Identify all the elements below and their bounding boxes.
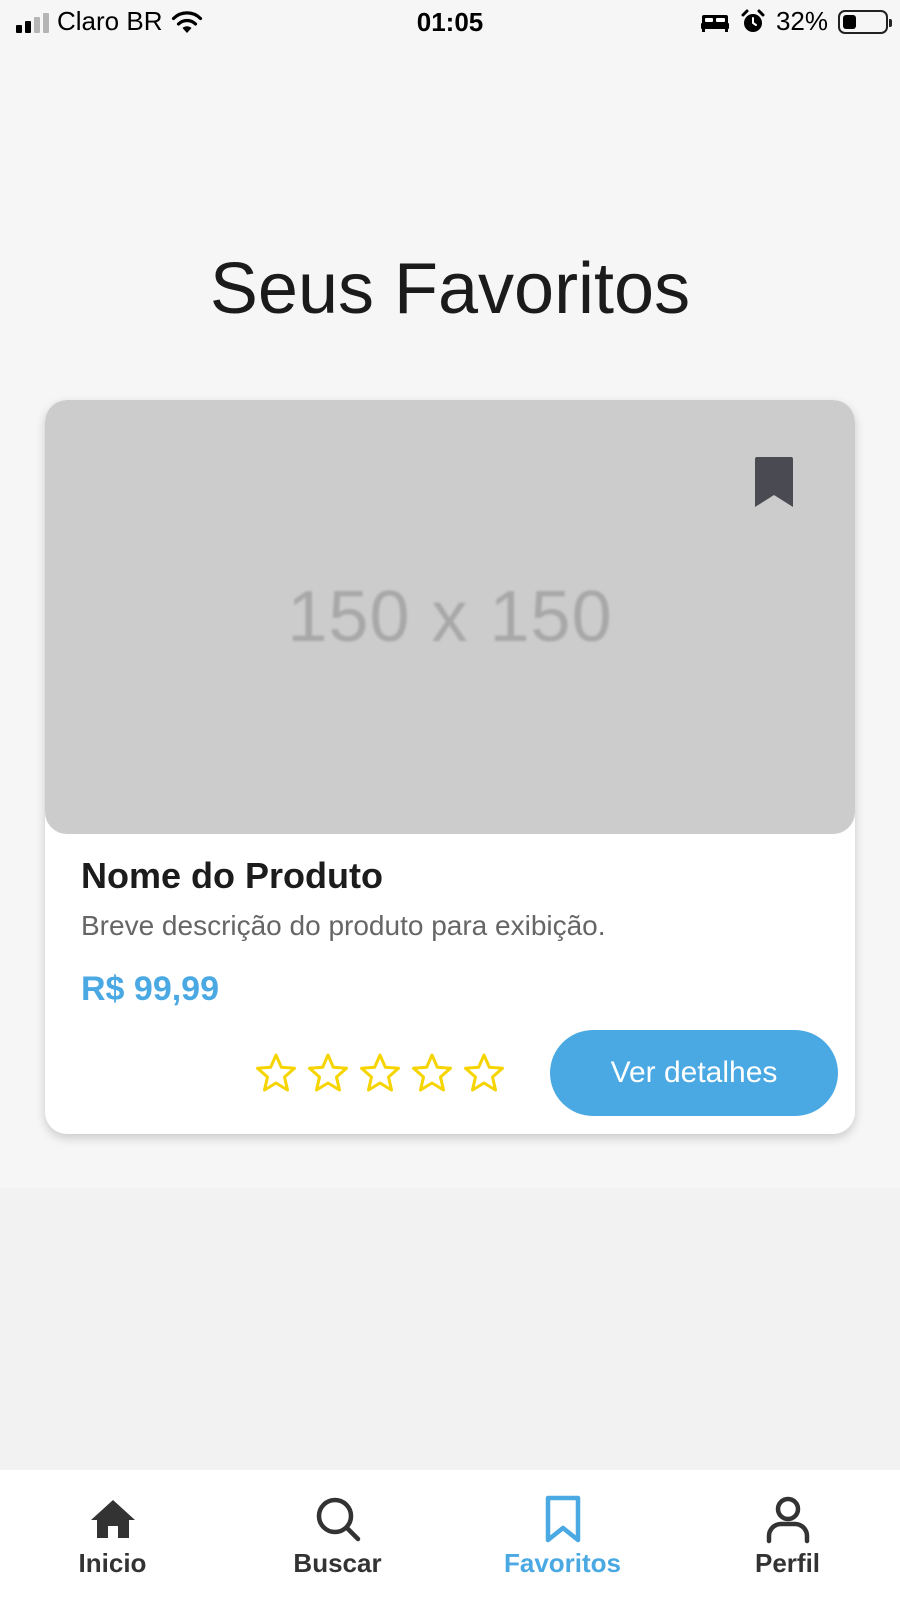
home-icon <box>90 1500 135 1538</box>
star-icon[interactable] <box>411 1052 453 1094</box>
star-icon[interactable] <box>307 1052 349 1094</box>
bookmark-icon <box>545 1495 580 1543</box>
product-price: R$ 99,99 <box>81 970 219 1008</box>
product-description: Breve descrição do produto para exibição… <box>81 910 606 941</box>
star-rating[interactable] <box>255 1052 505 1094</box>
battery-level <box>843 14 856 29</box>
battery-icon <box>838 9 892 34</box>
tab-label: Favoritos <box>503 1548 622 1578</box>
product-card: 150 x 150 Nome do Produto Breve descriçã… <box>45 400 855 1134</box>
tab-inicio[interactable]: Inicio <box>0 1470 225 1600</box>
star-icon[interactable] <box>359 1052 401 1094</box>
background-band <box>0 1188 900 1470</box>
star-icon[interactable] <box>463 1052 505 1094</box>
tab-label: Buscar <box>293 1548 382 1578</box>
tab-label: Perfil <box>754 1548 821 1578</box>
battery-percent: 32% <box>775 6 828 36</box>
favorites-screen: Claro BR 01:05 32% Seus Favoritos 150 x … <box>0 0 900 1600</box>
bed-icon <box>700 14 729 32</box>
alarm-icon <box>741 9 765 32</box>
page-title: Seus Favoritos <box>209 249 691 329</box>
status-right: 32% <box>700 6 892 37</box>
user-icon <box>766 1496 809 1544</box>
bottom-tab-bar: Inicio Buscar Favoritos Perfil <box>0 1470 900 1600</box>
status-bar: Claro BR 01:05 32% <box>0 0 900 46</box>
tab-favoritos[interactable]: Favoritos <box>450 1470 675 1600</box>
placeholder-label: 150 x 150 <box>287 577 613 657</box>
product-name: Nome do Produto <box>81 855 383 896</box>
tab-buscar[interactable]: Buscar <box>225 1470 450 1600</box>
tab-perfil[interactable]: Perfil <box>675 1470 900 1600</box>
star-icon[interactable] <box>255 1052 297 1094</box>
tab-label: Inicio <box>78 1548 147 1578</box>
bookmark-icon[interactable] <box>753 455 795 509</box>
product-image-placeholder: 150 x 150 <box>45 400 855 834</box>
search-icon <box>316 1497 360 1542</box>
view-details-button[interactable]: Ver detalhes <box>550 1030 838 1116</box>
